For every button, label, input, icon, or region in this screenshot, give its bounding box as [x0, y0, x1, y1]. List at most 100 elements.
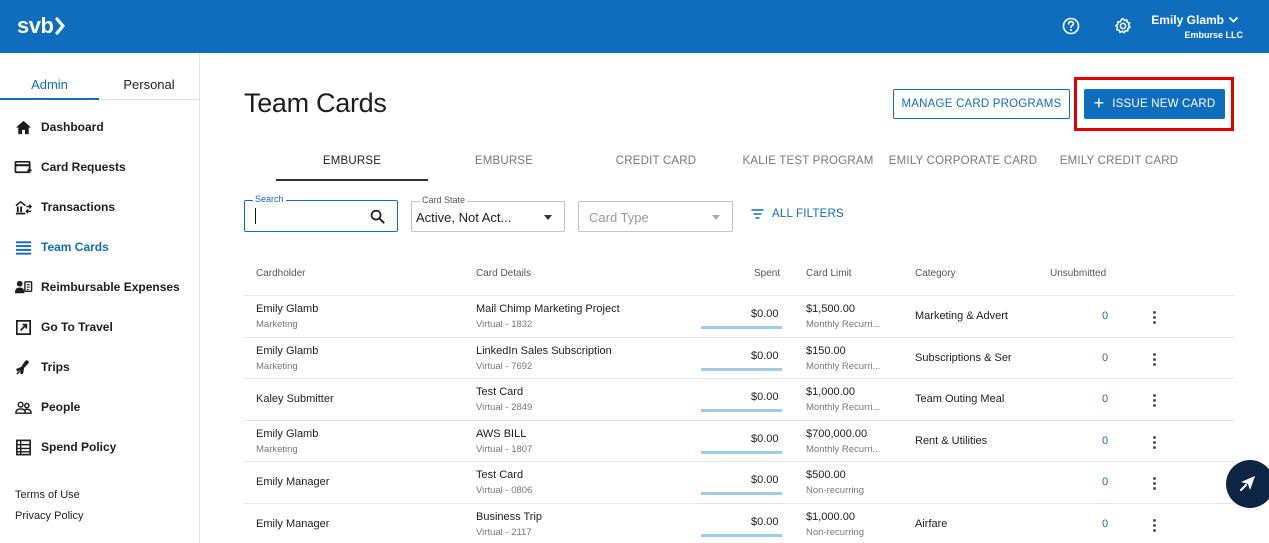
manage-card-programs-button[interactable]: MANAGE CARD PROGRAMS [893, 89, 1070, 119]
user-org: Emburse LLC [1184, 30, 1243, 40]
card-name[interactable]: AWS BILL [476, 428, 526, 440]
cardholder-name[interactable]: Emily Glamb [256, 428, 318, 440]
category: Rent & Utilities [915, 435, 988, 447]
team-cards-icon [15, 240, 32, 255]
sidebar-item-reimbursable-expenses[interactable]: Reimbursable Expenses [0, 271, 199, 303]
category: Subscriptions & Ser [915, 352, 1012, 364]
card-state-select[interactable]: Card State Active, Not Act... [411, 195, 565, 232]
gear-icon[interactable] [1113, 16, 1133, 36]
search-icon[interactable] [370, 209, 385, 224]
card-name[interactable]: Test Card [476, 386, 523, 398]
sidebar-item-go-to-travel[interactable]: Go To Travel [0, 311, 199, 343]
cardholder-name[interactable]: Emily Glamb [256, 345, 318, 357]
category: Team Outing Meal [915, 393, 1005, 405]
sidebar-item-card-requests[interactable]: Card Requests [0, 151, 199, 183]
transactions-icon [15, 200, 33, 214]
cardholder-name[interactable]: Emily Manager [256, 518, 329, 530]
sidebar-item-label: Spend Policy [41, 440, 117, 454]
user-menu[interactable]: Emily Glamb Emburse LLC [1151, 13, 1243, 40]
help-icon[interactable] [1061, 16, 1081, 36]
spend-progress-bar [701, 409, 782, 412]
tab-admin[interactable]: Admin [0, 77, 99, 92]
spent-amount: $0.00 [751, 474, 779, 486]
sidebar-item-label: Trips [41, 360, 70, 374]
spend-progress-bar [701, 326, 782, 329]
svb-logo[interactable]: svb [17, 12, 66, 40]
card-type-select[interactable]: Card Type [578, 201, 733, 232]
more-options-icon[interactable] [1153, 436, 1156, 449]
card-request-icon [14, 160, 32, 173]
card-limit: $1,000.00 [806, 386, 855, 398]
more-options-icon[interactable] [1153, 311, 1156, 324]
card-limit-sub: Monthly Recurri... [806, 402, 881, 413]
issue-new-card-label: ISSUE NEW CARD [1112, 98, 1216, 110]
top-bar: svb Emily Glamb Emburse LLC [0, 0, 1269, 53]
text-caret [255, 208, 256, 224]
card-limit: $1,000.00 [806, 511, 855, 523]
card-sub: Virtual - 2117 [476, 527, 532, 538]
card-sub: Virtual - 2849 [476, 402, 533, 413]
unsubmitted-count[interactable]: 0 [1102, 310, 1108, 322]
card-name[interactable]: Test Card [476, 469, 523, 481]
sidebar-item-dashboard[interactable]: Dashboard [0, 111, 199, 143]
user-name: Emily Glamb [1151, 13, 1224, 27]
chat-button[interactable] [1226, 460, 1269, 508]
tab-personal[interactable]: Personal [99, 77, 199, 92]
sidebar-item-label: Dashboard [41, 120, 104, 134]
card-name[interactable]: Business Trip [476, 511, 542, 523]
dropdown-arrow-icon [544, 215, 552, 220]
sidebar: Admin Personal Dashboard Card Requests T… [0, 53, 200, 543]
card-limit: $700,000.00 [806, 428, 868, 440]
sidebar-item-team-cards[interactable]: Team Cards [0, 231, 199, 263]
all-filters-button[interactable]: ALL FILTERS [751, 208, 844, 220]
col-spent: Spent [754, 268, 781, 279]
spent-amount: $0.00 [751, 391, 779, 403]
unsubmitted-count[interactable]: 0 [1102, 476, 1108, 488]
cardholder-dept: Marketing [256, 444, 298, 455]
sidebar-item-transactions[interactable]: Transactions [0, 191, 199, 223]
more-options-icon[interactable] [1153, 477, 1156, 490]
filter-icon [751, 209, 764, 219]
card-state-value: Active, Not Act... [416, 210, 512, 225]
more-options-icon[interactable] [1153, 394, 1156, 407]
search-input[interactable]: Search [244, 194, 398, 232]
tab-program-emily-corporate[interactable]: EMILY CORPORATE CARD [887, 155, 1039, 167]
tab-program-kalie-test[interactable]: KALIE TEST PROGRAM [732, 155, 884, 167]
sidebar-item-people[interactable]: People [0, 391, 199, 423]
tab-program-emily-credit[interactable]: EMILY CREDIT CARD [1043, 155, 1195, 167]
spend-progress-bar [701, 368, 782, 371]
unsubmitted-count[interactable]: 0 [1102, 435, 1108, 447]
card-sub: Virtual - 7692 [476, 361, 533, 372]
unsubmitted-count[interactable]: 0 [1102, 352, 1108, 364]
program-tab-indicator [276, 179, 428, 181]
unsubmitted-count[interactable]: 0 [1102, 393, 1108, 405]
table-divider [244, 503, 1234, 504]
table-divider [244, 337, 1234, 338]
card-limit-sub: Non-recurring [806, 527, 865, 538]
cardholder-name[interactable]: Emily Manager [256, 476, 329, 488]
card-state-label: Card State [420, 195, 468, 205]
card-type-placeholder: Card Type [589, 210, 649, 225]
sidebar-item-label: Go To Travel [41, 320, 113, 334]
cardholder-name[interactable]: Emily Glamb [256, 303, 318, 315]
tab-program-emburse-1[interactable]: EMBURSE [276, 155, 428, 167]
card-name[interactable]: LinkedIn Sales Subscription [476, 345, 612, 357]
home-icon [15, 120, 32, 134]
card-limit-sub: Monthly Recurri... [806, 361, 881, 372]
cardholder-name[interactable]: Kaley Submitter [256, 393, 334, 405]
tab-program-credit-card[interactable]: CREDIT CARD [580, 155, 732, 167]
card-name[interactable]: Mail Chimp Marketing Project [476, 303, 620, 315]
tab-program-emburse-2[interactable]: EMBURSE [428, 155, 580, 167]
issue-new-card-button[interactable]: + ISSUE NEW CARD [1084, 89, 1225, 119]
sidebar-item-spend-policy[interactable]: Spend Policy [0, 431, 199, 463]
card-sub: Virtual - 1807 [476, 444, 533, 455]
terms-of-use-link[interactable]: Terms of Use [15, 489, 80, 501]
unsubmitted-count[interactable]: 0 [1102, 518, 1108, 530]
more-options-icon[interactable] [1153, 353, 1156, 366]
sidebar-item-trips[interactable]: Trips [0, 351, 199, 383]
privacy-policy-link[interactable]: Privacy Policy [15, 510, 83, 522]
spent-amount: $0.00 [751, 433, 779, 445]
col-card-limit: Card Limit [806, 268, 852, 279]
more-options-icon[interactable] [1153, 519, 1156, 532]
card-limit-sub: Non-recurring [806, 485, 865, 496]
